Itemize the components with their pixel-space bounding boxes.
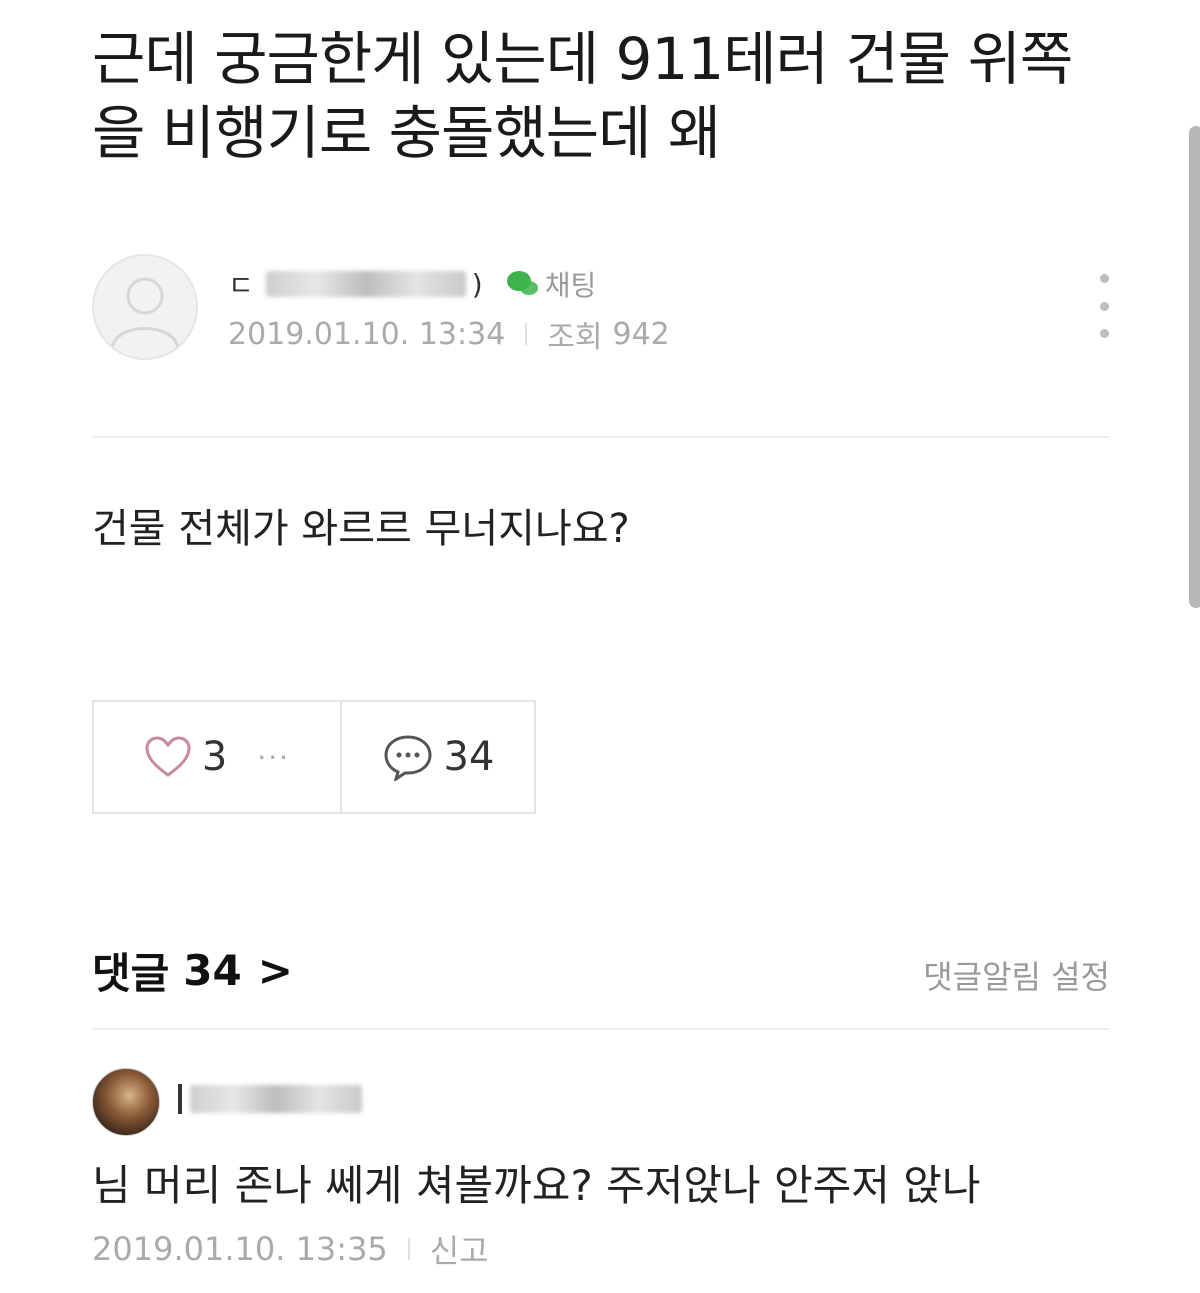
commenter-avatar[interactable] [92, 1068, 160, 1136]
chat-button[interactable]: 채팅 [505, 264, 597, 304]
post-body: 건물 전체가 와르르 무너지나요? [92, 506, 630, 552]
comment-text: 님 머리 존나 쎄게 쳐볼까요? 주저앉나 안주저 앉나 [92, 1161, 981, 1210]
scrollbar-thumb[interactable] [1189, 126, 1200, 608]
comment-bubble-icon [384, 735, 432, 781]
like-more-button[interactable]: ··· [257, 741, 290, 774]
default-user-icon [110, 277, 180, 349]
commenter-name[interactable] [178, 1084, 362, 1114]
comment-button[interactable]: 34 [342, 702, 534, 812]
comments-divider [92, 1028, 1110, 1030]
comment-count: 34 [443, 734, 495, 780]
chat-bubble-icon [506, 271, 538, 295]
author-avatar[interactable] [92, 254, 198, 360]
views-count: 942 [612, 316, 670, 352]
comments-header-count: 34 [183, 946, 242, 995]
post-date: 2019.01.10. 13:34 [228, 316, 506, 352]
chat-label: 채팅 [544, 269, 597, 302]
views-label: 조회 [547, 320, 603, 355]
post-actions: 3 ··· 34 [92, 700, 536, 814]
more-vertical-icon[interactable] [1092, 274, 1116, 338]
author-name-paren: ) [471, 267, 483, 301]
commenter-name-redacted [190, 1085, 362, 1113]
author-name-initial[interactable]: ㄷ [228, 264, 254, 304]
like-button[interactable]: 3 ··· [94, 702, 342, 812]
chevron-right-icon: > [257, 946, 293, 995]
heart-icon [145, 736, 191, 777]
comment-date: 2019.01.10. 13:35 [92, 1230, 388, 1268]
comments-header-label: 댓글 [92, 949, 170, 998]
author-name-redacted [265, 271, 466, 297]
post-title: 근데 궁금한게 있는데 911테러 건물 위쪽을 비행기로 충돌했는데 왜 [92, 25, 1073, 167]
header-divider [92, 436, 1110, 438]
post-meta: 2019.01.10. 13:34 조회 942 [228, 312, 670, 356]
meta-separator [407, 1238, 410, 1260]
comment-alert-setting-link[interactable]: 댓글알림 설정 [923, 952, 1110, 998]
meta-separator [525, 323, 528, 345]
like-count: 3 [201, 734, 228, 780]
report-button[interactable]: 신고 [430, 1226, 489, 1272]
comments-header[interactable]: 댓글 34 > [92, 940, 293, 1001]
commenter-name-initial-redacted [178, 1084, 182, 1114]
comment-meta: 2019.01.10. 13:35 신고 [92, 1226, 489, 1272]
author-row: ㄷ ) 채팅 [228, 262, 596, 306]
